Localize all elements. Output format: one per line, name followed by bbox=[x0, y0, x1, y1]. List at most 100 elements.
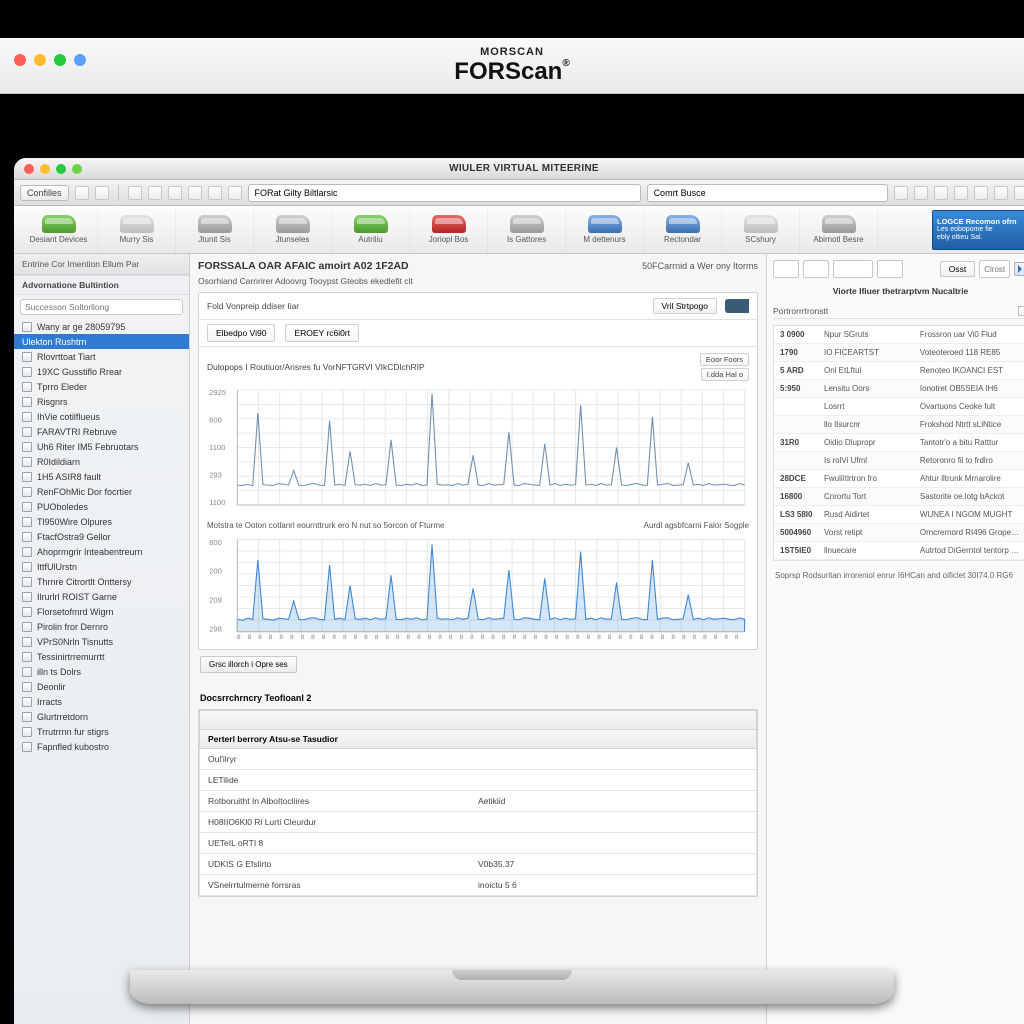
menu-icon[interactable] bbox=[974, 186, 988, 200]
forward-icon[interactable] bbox=[95, 186, 109, 200]
vehicle-button-10[interactable]: Abirnotl Besre bbox=[800, 208, 878, 252]
sidebar-item-4[interactable]: IhVie cotilflueus bbox=[14, 409, 189, 424]
sidebar-item-8[interactable]: 1H5 ASIR8 fault bbox=[14, 469, 189, 484]
download-icon[interactable] bbox=[934, 186, 948, 200]
vehicle-button-9[interactable]: SCshury bbox=[722, 208, 800, 252]
home-icon[interactable] bbox=[148, 186, 162, 200]
sidebar-item-25[interactable]: Trrutrrnn fur stigrs bbox=[14, 724, 189, 739]
right-search-input[interactable] bbox=[980, 261, 1009, 277]
history-row[interactable]: VSnelrrtulmerne forrsrasinoictu 5 6 bbox=[199, 875, 757, 896]
sidebar-item-9[interactable]: RenFOhMic Dor focrtier bbox=[14, 484, 189, 499]
right-table-row[interactable]: 16800Cnrortu TortSastorite oe.lotg bAcko… bbox=[774, 488, 1024, 506]
vehicle-button-3[interactable]: Jtunseles bbox=[254, 208, 332, 252]
print-icon[interactable] bbox=[188, 186, 202, 200]
right-table-row[interactable]: llo lIsurcnrFrokshod Ntrtt sLiNtice bbox=[774, 416, 1024, 434]
vehicle-button-7[interactable]: M dettenurs bbox=[566, 208, 644, 252]
history-icon[interactable] bbox=[208, 186, 222, 200]
vehicle-button-8[interactable]: Rectondar bbox=[644, 208, 722, 252]
vehicle-button-2[interactable]: Jtunit Sis bbox=[176, 208, 254, 252]
close-icon[interactable] bbox=[24, 164, 34, 174]
sidebar-item-22[interactable]: Deonlir bbox=[14, 679, 189, 694]
right-table-row[interactable]: 3 0900Npur SGrutsFrossron uar Vi0 Flud bbox=[774, 326, 1024, 344]
history-row[interactable]: UDKIS G EfslirtoV0b35.37 bbox=[199, 854, 757, 875]
user-icon[interactable] bbox=[914, 186, 928, 200]
right-table-row[interactable]: 1ST5IE0llnuecareAutrtod DiGerntol tentor… bbox=[774, 542, 1024, 560]
grid-icon[interactable] bbox=[954, 186, 968, 200]
sidebar-item-19[interactable]: VPrS0Nrln Tisnutts bbox=[14, 634, 189, 649]
sidebar-item-0[interactable]: Rlovrttoat Tiart bbox=[14, 349, 189, 364]
sidebar-item-20[interactable]: Tessinirtrremurrtt bbox=[14, 649, 189, 664]
right-table-row[interactable]: LosrrtOvartuons Ceoke fult bbox=[774, 398, 1024, 416]
sidebar-item-18[interactable]: Pirolin fror Dernro bbox=[14, 619, 189, 634]
history-row[interactable]: UETeIL oRTI 8 bbox=[199, 833, 757, 854]
chart-action-1[interactable]: Eoor Foors bbox=[700, 353, 749, 366]
sidebar-item-23[interactable]: Irracts bbox=[14, 694, 189, 709]
vehicle-button-4[interactable]: Autriliu bbox=[332, 208, 410, 252]
sidebar-item-17[interactable]: Florsetofmrd Wigrn bbox=[14, 604, 189, 619]
right-tool-1[interactable] bbox=[773, 260, 799, 278]
sidebar-search-input[interactable] bbox=[20, 299, 183, 315]
sidebar-item-3[interactable]: Risgnrs bbox=[14, 394, 189, 409]
tab-1[interactable]: Elbedpo Vi90 bbox=[207, 324, 275, 342]
sidebar-item-11[interactable]: Tl950Wire Olpures bbox=[14, 514, 189, 529]
vehicle-button-5[interactable]: Joriopl Bos bbox=[410, 208, 488, 252]
right-tool-4[interactable] bbox=[877, 260, 903, 278]
right-tool-2[interactable] bbox=[803, 260, 829, 278]
gear-icon[interactable] bbox=[228, 186, 242, 200]
help-icon[interactable] bbox=[1014, 186, 1024, 200]
address-field-right[interactable] bbox=[647, 184, 888, 202]
right-table-row[interactable]: 31R0Oidio DluproprTantotr'o a bitu Rattt… bbox=[774, 434, 1024, 452]
sidebar-item-2[interactable]: Tprro Eleder bbox=[14, 379, 189, 394]
sidebar-item-1[interactable]: 19XC Gusstiflo Rrear bbox=[14, 364, 189, 379]
filter-value[interactable]: Vril Strtpogo bbox=[653, 298, 717, 314]
sidebar-item-6[interactable]: Uh6 Riter IM5 Februotars bbox=[14, 439, 189, 454]
right-table-row[interactable]: 1790IO FICEARTSTVoteoteroed 118 RE85 bbox=[774, 344, 1024, 362]
sidebar-item-7[interactable]: R0Idildiarn bbox=[14, 454, 189, 469]
more-icon[interactable] bbox=[994, 186, 1008, 200]
chart-action-2[interactable]: I.dda Hal o bbox=[701, 368, 749, 381]
history-edit-icon[interactable] bbox=[220, 714, 232, 726]
right-table-row[interactable]: 5:950Lensitu OorsIonotret OB5SEIA IH6 bbox=[774, 380, 1024, 398]
sidebar-item-15[interactable]: Thrnre Citrortlt Onttersy bbox=[14, 574, 189, 589]
sidebar-item-12[interactable]: FtacfOstra9 Gellor bbox=[14, 529, 189, 544]
zoom-icon[interactable] bbox=[54, 54, 66, 66]
play-icon[interactable] bbox=[1014, 262, 1024, 276]
right-table-row[interactable]: 5004960Vorst retiptOrncrernord RI496 Gro… bbox=[774, 524, 1024, 542]
close-icon[interactable] bbox=[14, 54, 26, 66]
vehicle-button-0[interactable]: Desiant Devices bbox=[20, 208, 98, 252]
zoom-icon[interactable] bbox=[56, 164, 66, 174]
sidebar-item-26[interactable]: Fapnfled kubostro bbox=[14, 739, 189, 754]
sidebar-item-14[interactable]: IttfUlUrstn bbox=[14, 559, 189, 574]
history-row[interactable]: LETilide bbox=[199, 770, 757, 791]
sidebar-item-13[interactable]: Ahoprmgrir Inteabentreurn bbox=[14, 544, 189, 559]
right-table-row[interactable]: 28DCEFwuliItlrtron froAhtur lltrunk Mrna… bbox=[774, 470, 1024, 488]
minimize-icon[interactable] bbox=[40, 164, 50, 174]
history-delete-icon[interactable] bbox=[236, 714, 248, 726]
right-search[interactable] bbox=[979, 260, 1010, 278]
history-add-icon[interactable] bbox=[204, 714, 216, 726]
sidebar-item-5[interactable]: FARAVTRI Rebruve bbox=[14, 424, 189, 439]
sidebar-item-selected[interactable]: Ulekton Rushtrn bbox=[14, 334, 189, 349]
bookmark-icon[interactable] bbox=[168, 186, 182, 200]
right-table-row[interactable]: LS3 58I0Rusd AidirtetWUNEA I NGOM MUGHT bbox=[774, 506, 1024, 524]
right-table-row[interactable]: Is rolVi UfmlRetoronro fil to frdlro bbox=[774, 452, 1024, 470]
expand-icon[interactable] bbox=[1018, 306, 1024, 316]
sidebar-item-24[interactable]: Glurtrretdorn bbox=[14, 709, 189, 724]
history-row[interactable]: Oul'ilryr bbox=[199, 749, 757, 770]
sidebar-item-21[interactable]: illn ts Dolrs bbox=[14, 664, 189, 679]
vehicle-button-6[interactable]: Is Gattores bbox=[488, 208, 566, 252]
tag-icon[interactable] bbox=[725, 299, 749, 313]
right-clear-button[interactable]: Osst bbox=[940, 261, 975, 277]
minimize-icon[interactable] bbox=[34, 54, 46, 66]
history-row[interactable]: H08IIO6Kl0 Ri Lurti Cleurdur bbox=[199, 812, 757, 833]
tab-2[interactable]: EROEY rc6i0rt bbox=[285, 324, 359, 342]
reload-icon[interactable] bbox=[128, 186, 142, 200]
sidebar-item-16[interactable]: Ilrurlrl ROIST Garne bbox=[14, 589, 189, 604]
vehicle-button-1[interactable]: Murry Sis bbox=[98, 208, 176, 252]
sidebar-item-10[interactable]: PUOboledes bbox=[14, 499, 189, 514]
history-row[interactable]: Rotboruitht In AlboItocliiresAetikiid bbox=[199, 791, 757, 812]
right-table-row[interactable]: 5 ARDOnl EtLftulRenoteo IKOANCI EST bbox=[774, 362, 1024, 380]
sidebar-top-row[interactable]: Wany ar ge 28059795 bbox=[14, 319, 189, 334]
back-icon[interactable] bbox=[75, 186, 89, 200]
address-field-left[interactable] bbox=[248, 184, 641, 202]
